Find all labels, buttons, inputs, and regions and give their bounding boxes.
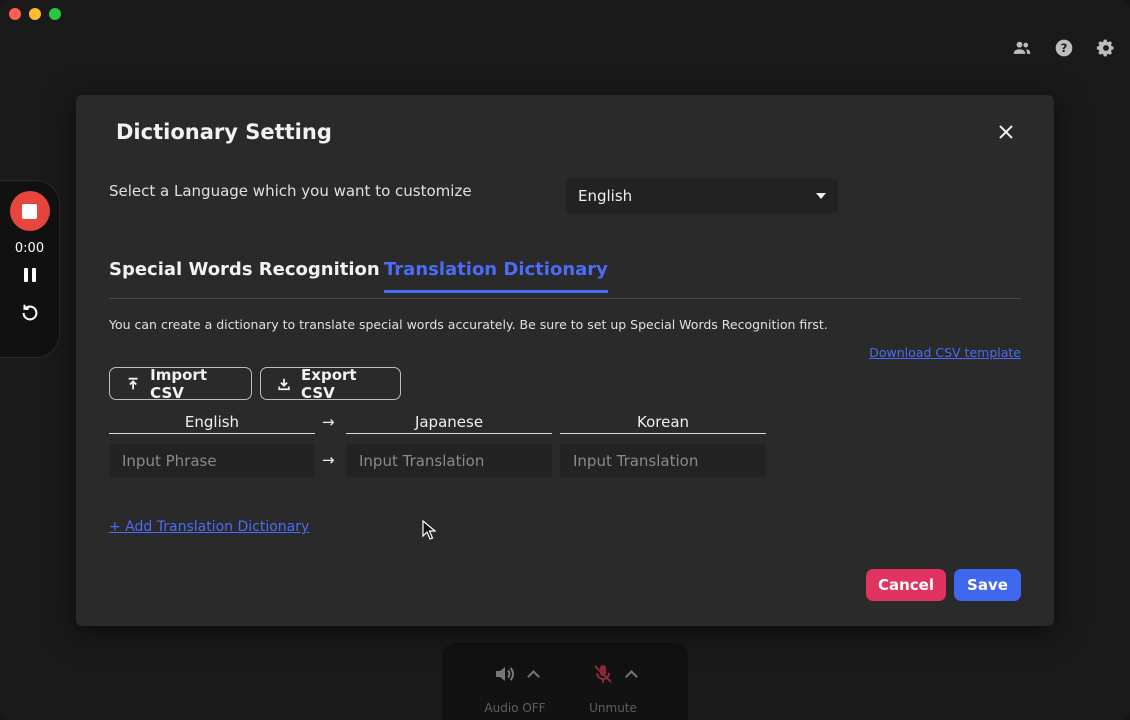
bottom-controls: Audio OFF Unmute xyxy=(442,643,688,720)
add-translation-dictionary-link[interactable]: + Add Translation Dictionary xyxy=(109,519,309,535)
upload-icon xyxy=(128,377,138,389)
gear-icon[interactable] xyxy=(1096,38,1116,58)
users-icon[interactable] xyxy=(1012,38,1032,58)
column-header-english: English xyxy=(109,413,315,434)
download-icon xyxy=(278,378,290,390)
recording-panel: 0:00 xyxy=(0,180,60,358)
language-select[interactable]: English xyxy=(566,179,838,213)
mic-off-icon xyxy=(593,665,612,683)
mute-label: Unmute xyxy=(589,701,637,715)
language-label: Select a Language which you want to cust… xyxy=(109,182,472,200)
language-selected: English xyxy=(578,187,633,205)
window-controls xyxy=(9,8,61,20)
help-icon[interactable]: ? xyxy=(1054,38,1074,58)
column-header-japanese: Japanese xyxy=(346,413,552,434)
top-toolbar: ? xyxy=(1012,38,1116,58)
minimize-window-button[interactable] xyxy=(29,8,41,20)
close-icon[interactable] xyxy=(996,122,1016,142)
arrow-icon: → xyxy=(322,451,335,469)
translation-input-japanese[interactable] xyxy=(346,444,552,477)
column-header-korean: Korean xyxy=(560,413,766,434)
stop-recording-button[interactable] xyxy=(9,191,50,231)
import-csv-button[interactable]: Import CSV xyxy=(109,365,252,402)
tab-translation-dictionary[interactable]: Translation Dictionary xyxy=(384,259,608,293)
download-csv-template-link[interactable]: Download CSV template xyxy=(869,345,1021,360)
mouse-cursor-icon xyxy=(422,520,436,540)
save-button[interactable]: Save xyxy=(954,569,1021,601)
stop-icon xyxy=(22,203,37,219)
import-csv-label: Import CSV xyxy=(150,365,207,402)
dialog-title: Dictionary Setting xyxy=(116,120,332,144)
chevron-up-icon[interactable] xyxy=(624,670,638,683)
export-csv-button[interactable]: Export CSV xyxy=(260,365,401,402)
cancel-button[interactable]: Cancel xyxy=(866,569,946,601)
export-csv-label: Export CSV xyxy=(301,365,357,402)
reset-icon[interactable] xyxy=(19,302,41,328)
dictionary-setting-dialog: Dictionary Setting Select a Language whi… xyxy=(76,95,1054,626)
pause-icon[interactable] xyxy=(23,268,36,282)
audio-label: Audio OFF xyxy=(484,701,546,715)
tab-special-words-recognition[interactable]: Special Words Recognition xyxy=(109,259,380,290)
close-window-button[interactable] xyxy=(9,8,21,20)
tab-bar: Special Words Recognition Translation Di… xyxy=(109,259,1021,299)
phrase-input[interactable] xyxy=(109,444,315,477)
app-window: ? 0:00 Audio OFF Unmute Dictionary Setti… xyxy=(0,0,1130,720)
translation-input-korean[interactable] xyxy=(560,444,766,477)
description-text: You can create a dictionary to translate… xyxy=(109,317,828,332)
arrow-icon: → xyxy=(322,413,335,431)
audio-control[interactable]: Audio OFF xyxy=(470,661,560,715)
svg-text:?: ? xyxy=(1061,41,1068,55)
chevron-up-icon[interactable] xyxy=(526,670,540,683)
caret-down-icon xyxy=(816,193,826,199)
maximize-window-button[interactable] xyxy=(49,8,61,20)
mute-control[interactable]: Unmute xyxy=(568,661,658,715)
recording-timer: 0:00 xyxy=(14,241,45,256)
speaker-icon xyxy=(495,667,514,681)
